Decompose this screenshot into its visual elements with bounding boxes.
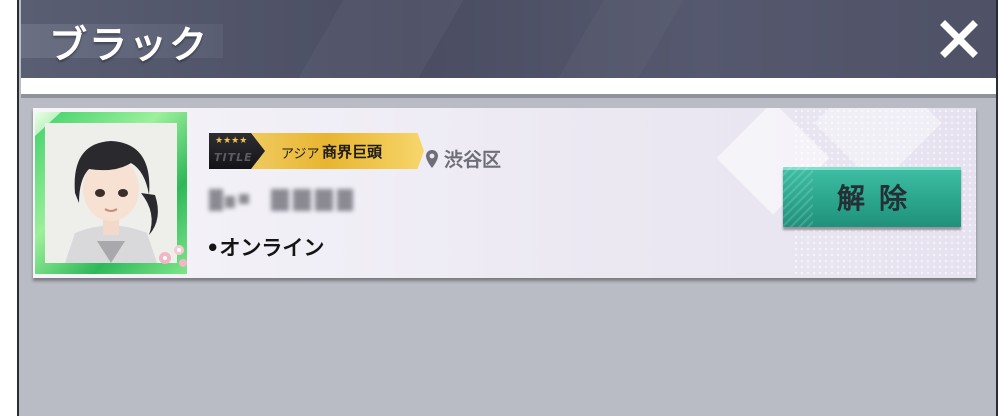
blocked-user-card: ★★★★ TITLE アジア 商界巨頭 渋谷区 •オンライン 解除 bbox=[33, 108, 976, 278]
dialog-header: ブラック bbox=[21, 0, 996, 78]
user-location: 渋谷区 bbox=[426, 145, 501, 172]
header-divider bbox=[21, 78, 996, 94]
avatar-frame[interactable] bbox=[35, 112, 187, 274]
location-text: 渋谷区 bbox=[444, 149, 502, 171]
username-redacted bbox=[209, 186, 359, 214]
header-decoration bbox=[298, 0, 464, 78]
rank-stars: ★★★★ bbox=[215, 136, 248, 146]
close-icon bbox=[940, 20, 978, 58]
title-badge-rank: ★★★★ TITLE bbox=[209, 133, 265, 169]
flower-ornament bbox=[159, 245, 187, 267]
title-badge-word: TITLE bbox=[214, 151, 253, 164]
header-decoration bbox=[558, 0, 683, 78]
window-left-frame bbox=[0, 0, 19, 416]
title-badge-name: 商界巨頭 bbox=[322, 143, 383, 161]
unblock-button[interactable]: 解除 bbox=[783, 167, 961, 227]
location-pin-icon bbox=[426, 149, 438, 168]
header-divider-shadow bbox=[21, 94, 996, 98]
dialog-title: ブラック bbox=[49, 23, 210, 67]
title-badge-region: アジア bbox=[281, 147, 320, 162]
window-right-frame bbox=[996, 0, 1001, 416]
online-status: •オンライン bbox=[206, 236, 325, 260]
close-button[interactable] bbox=[939, 19, 979, 59]
unblock-button-label: 解除 bbox=[836, 182, 921, 215]
title-badge: ★★★★ TITLE アジア 商界巨頭 bbox=[209, 133, 424, 169]
